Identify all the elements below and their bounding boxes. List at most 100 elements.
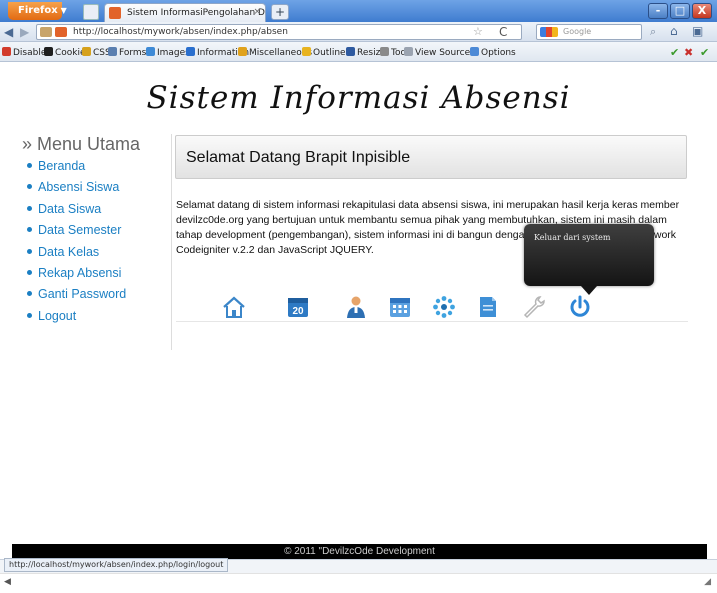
scroll-left-icon[interactable]: ◀ (4, 577, 11, 587)
sidebar-item-data-kelas[interactable]: Data Kelas (27, 245, 171, 266)
sidebar-item-rekap-absensi[interactable]: Rekap Absensi (27, 266, 171, 287)
devbar-item-label: Disable (13, 48, 47, 58)
devbar-item-icon (346, 47, 355, 56)
devbar-item-icon (108, 47, 117, 56)
browser-navbar: ◀ ▶ http://localhost/mywork/absen/index.… (0, 22, 717, 42)
sidebar-item-absensi-siswa[interactable]: Absensi Siswa (27, 180, 171, 201)
devbar-item-icon (380, 47, 389, 56)
devbar-item-icon (146, 47, 155, 56)
sidebar-item-logout[interactable]: Logout (27, 309, 171, 330)
welcome-header: Selamat Datang Brapit Inpisible (175, 135, 687, 179)
sidebar-item-data-semester[interactable]: Data Semester (27, 223, 171, 244)
calendar-icon[interactable]: 20 (286, 295, 310, 319)
forward-arrow-icon[interactable]: ▶ (20, 25, 29, 39)
bullet-icon (27, 163, 32, 168)
devbar-item-css[interactable]: CSS (82, 47, 111, 58)
browser-titlebar: Firefox▼ Sistem InformasiPengolahan Data… (0, 0, 717, 22)
page-content: Sistem Informasi Absensi » Menu Utama Be… (0, 62, 717, 559)
window-minimize-button[interactable]: - (648, 3, 668, 19)
resize-grip-icon[interactable]: ◢ (704, 577, 711, 587)
search-input[interactable]: Google (536, 24, 642, 40)
back-arrow-icon[interactable]: ◀ (4, 25, 13, 39)
address-bar[interactable]: http://localhost/mywork/absen/index.php/… (36, 24, 522, 40)
window-close-button[interactable]: X (692, 3, 712, 19)
site-identity-icon[interactable] (40, 27, 52, 37)
tab-favicon-icon (109, 7, 121, 19)
site-favicon-icon (55, 27, 67, 37)
home-button-icon[interactable]: ⌂ (670, 24, 678, 38)
power-icon[interactable] (568, 295, 592, 319)
tab-absensi[interactable]: Sistem InformasiPengolahan Data Absen...… (104, 3, 266, 22)
search-icon[interactable]: ⌕ (650, 25, 656, 39)
devbar-item-options[interactable]: Options (470, 47, 516, 58)
devbar-item-icon (404, 47, 413, 56)
bullet-icon (27, 312, 32, 318)
devbar-item-outline[interactable]: Outline (302, 47, 346, 58)
window-maximize-button[interactable]: □ (670, 3, 690, 19)
devbar-item-forms[interactable]: Forms (108, 47, 146, 58)
devbar-item-icon (470, 47, 479, 56)
bullet-icon (27, 269, 32, 275)
sidebar: » Menu Utama Beranda Absensi Siswa Data … (22, 134, 172, 350)
devbar-item-view-source[interactable]: View Source (404, 47, 470, 58)
sidebar-item-label: Data Kelas (38, 244, 100, 259)
devbar-item-label: View Source (415, 48, 471, 58)
bullet-icon (27, 291, 32, 297)
browser-statusbar: http://localhost/mywork/absen/index.php/… (0, 558, 717, 573)
horizontal-scrollbar[interactable]: ◀ ◢ (0, 573, 717, 593)
tooltip-arrow (581, 286, 597, 295)
devbar-item-label: Outline (313, 48, 346, 58)
devbar-item-icon (186, 47, 195, 56)
sidebar-item-ganti-password[interactable]: Ganti Password (27, 287, 171, 308)
chevron-down-icon: ▼ (60, 6, 67, 15)
bullet-icon (27, 248, 32, 254)
firefox-menu-button[interactable]: Firefox ▼ (8, 2, 67, 20)
status-link-url: http://localhost/mywork/absen/index.php/… (4, 558, 229, 572)
sidebar-item-beranda[interactable]: Beranda (27, 159, 171, 180)
bookmark-star-icon[interactable]: ☆ (473, 25, 483, 38)
devbar-item-label: Images (157, 48, 190, 58)
tab-title: Sistem InformasiPengolahan Data Absen... (127, 8, 265, 18)
validation-check-icon[interactable]: ✔ (700, 46, 709, 59)
logout-tooltip: Keluar dari system (524, 224, 654, 286)
sidebar-item-label: Ganti Password (38, 287, 127, 302)
schedule-icon[interactable] (388, 295, 412, 319)
reload-icon[interactable]: C (499, 25, 507, 39)
new-tab-button[interactable]: + (271, 4, 289, 20)
search-placeholder: Google (563, 27, 592, 36)
page-footer: © 2011 "DevilzcOde Development (12, 544, 707, 559)
devbar-item-disable[interactable]: Disable (2, 47, 46, 58)
sidebar-item-label: Absensi Siswa (38, 180, 120, 195)
site-title: Sistem Informasi Absensi (146, 80, 571, 116)
wrench-icon[interactable] (522, 295, 546, 319)
webdeveloper-toolbar: Disable Cookies CSS Forms Images Information M… (0, 42, 717, 62)
settings-icon[interactable] (432, 295, 456, 319)
sidebar-item-label: Logout (38, 308, 77, 323)
validation-error-icon[interactable]: ✖ (684, 46, 693, 59)
devbar-item-miscellaneous[interactable]: Miscellaneous (238, 47, 312, 58)
addon-icon[interactable]: ▣ (692, 24, 703, 38)
bullet-icon (27, 205, 32, 211)
sidebar-item-label: Rekap Absensi (38, 265, 122, 280)
sidebar-item-data-siswa[interactable]: Data Siswa (27, 202, 171, 223)
tab-close-button[interactable]: × (253, 7, 261, 17)
address-bar-url: http://localhost/mywork/absen/index.php/… (73, 27, 288, 37)
user-icon[interactable] (344, 295, 368, 319)
home-icon[interactable] (222, 295, 246, 319)
tab-pinned[interactable] (83, 4, 99, 20)
devbar-item-label: Options (481, 48, 516, 58)
firefox-menu-label: Firefox (18, 5, 58, 16)
menu-list: Beranda Absensi Siswa Data Siswa Data Se… (27, 159, 171, 330)
devbar-item-icon (82, 47, 91, 56)
google-logo-icon[interactable] (540, 27, 558, 37)
validation-ok-icon[interactable]: ✔ (670, 46, 679, 59)
devbar-item-icon (2, 47, 11, 56)
devbar-item-icon (302, 47, 311, 56)
sidebar-item-label: Data Semester (38, 223, 122, 238)
bullet-icon (27, 227, 32, 233)
document-icon[interactable] (476, 295, 500, 319)
devbar-item-label: Forms (119, 48, 147, 58)
calendar-day: 20 (292, 306, 304, 317)
devbar-item-images[interactable]: Images (146, 47, 190, 58)
sidebar-item-label: Beranda (38, 159, 86, 173)
